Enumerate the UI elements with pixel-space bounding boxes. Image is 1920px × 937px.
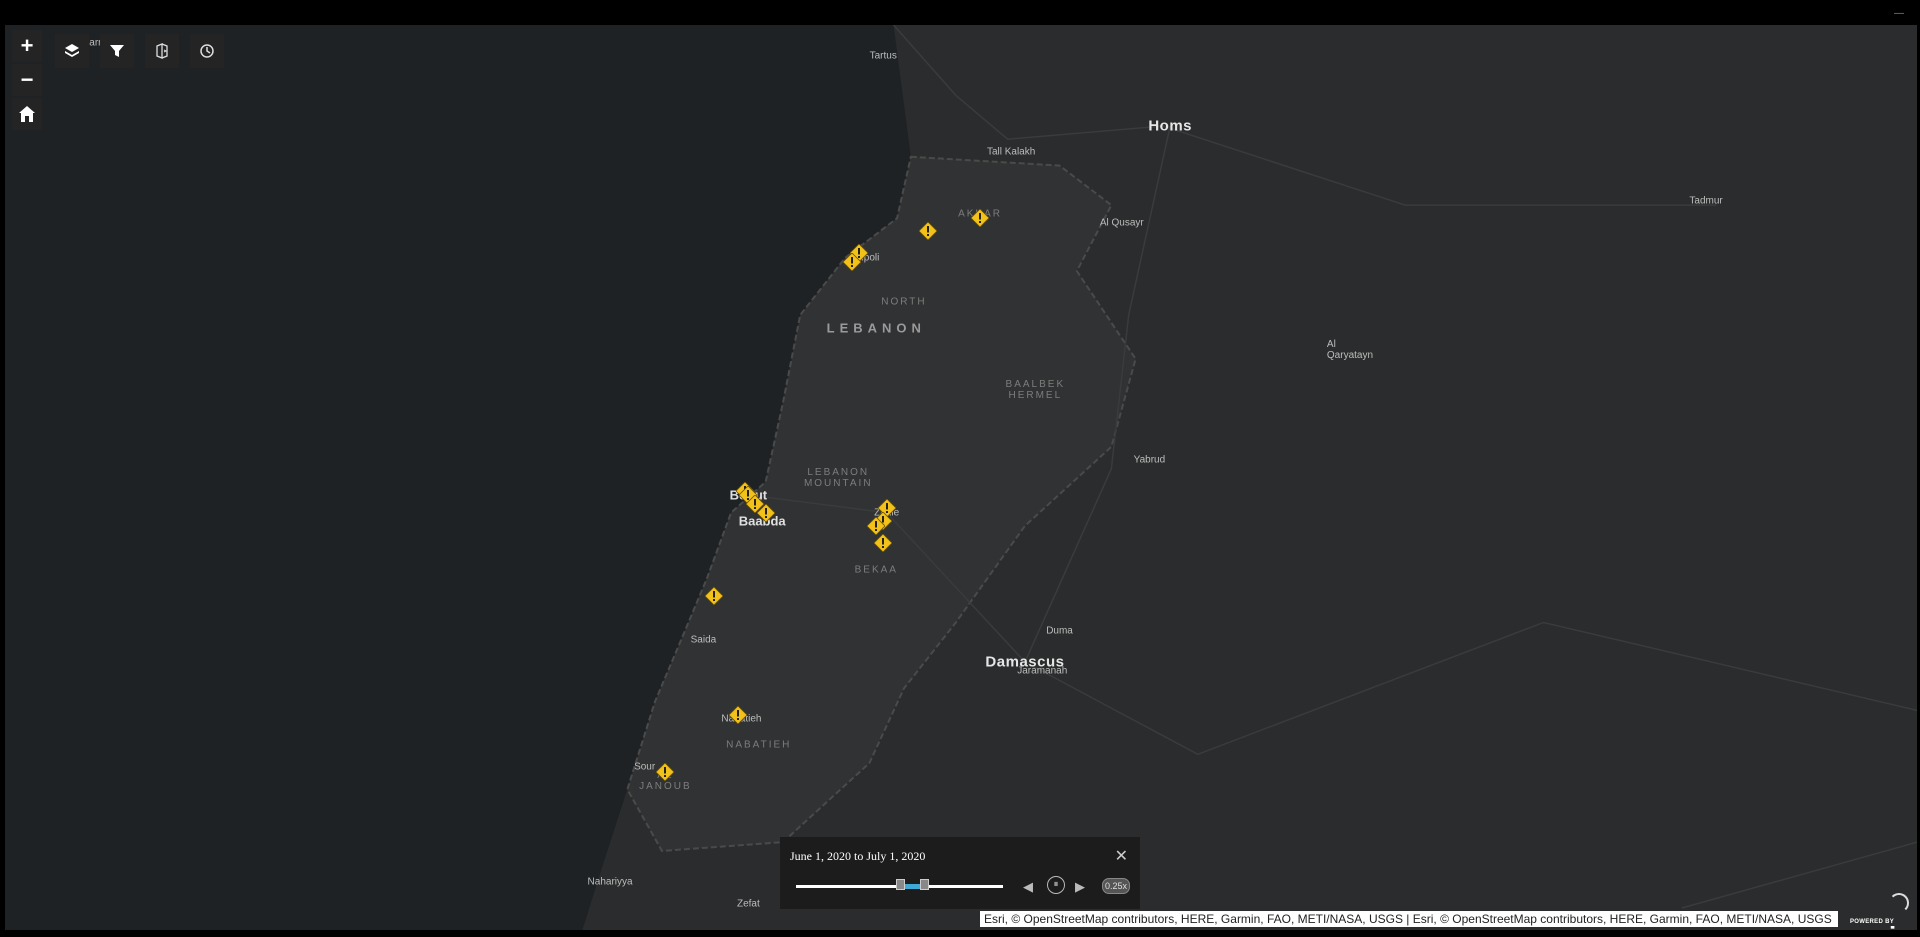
filter-icon <box>110 45 124 57</box>
place-label: LEBANON MOUNTAIN <box>803 466 873 489</box>
esri-brand-text: esri <box>1850 923 1896 930</box>
zoom-in-button[interactable]: + <box>12 30 42 62</box>
place-label: Al Qusayr <box>1099 217 1144 229</box>
warning-marker-icon[interactable] <box>704 587 723 606</box>
time-end-handle[interactable] <box>920 879 929 890</box>
place-label: Homs <box>1148 117 1193 135</box>
layers-button[interactable] <box>55 34 89 68</box>
place-label: Tall Kalakh <box>986 146 1036 158</box>
place-label: Jaramanah <box>1017 665 1068 677</box>
history-button[interactable] <box>190 34 224 68</box>
next-button[interactable]: ▶ <box>1075 879 1085 895</box>
place-label: BAALBEK HERMEL <box>1005 378 1066 401</box>
place-label: Nahariyya <box>587 876 633 888</box>
map-view[interactable]: LarnacaTartusHomsTall KalakhAl QusayrTad… <box>5 25 1917 930</box>
layers-icon <box>65 44 79 57</box>
close-icon[interactable]: ✕ <box>1115 846 1128 866</box>
warning-marker-icon[interactable] <box>728 705 747 724</box>
home-button[interactable] <box>12 98 42 130</box>
time-slider-panel: June 1, 2020 to July 1, 2020 ✕ ◀ ⏸ ▶ 0.2… <box>780 837 1140 909</box>
road-line <box>1681 841 1917 909</box>
warning-marker-icon[interactable] <box>756 503 775 522</box>
place-label: Zefat <box>736 898 760 910</box>
previous-button[interactable]: ◀ <box>1023 879 1033 895</box>
history-icon <box>200 44 214 58</box>
zoom-out-button[interactable]: − <box>12 64 42 96</box>
home-icon <box>19 106 35 122</box>
basemap <box>5 25 1917 930</box>
place-label: Al Qaryatayn <box>1326 339 1374 362</box>
place-label: Tadmur <box>1689 195 1723 207</box>
time-range-text: June 1, 2020 to July 1, 2020 <box>790 849 926 863</box>
app-window: — LarnacaTartusHomsTall KalakhAl QusayrT… <box>0 0 1920 937</box>
warning-marker-icon[interactable] <box>971 209 990 228</box>
swipe-button[interactable] <box>145 34 179 68</box>
window-minimize-icon[interactable]: — <box>1894 8 1904 19</box>
warning-marker-icon[interactable] <box>919 222 938 241</box>
swipe-icon <box>156 43 168 59</box>
warning-marker-icon[interactable] <box>867 516 886 535</box>
place-label: Tartus <box>869 50 897 62</box>
warning-marker-icon[interactable] <box>874 534 893 553</box>
place-label: Saida <box>690 634 717 646</box>
map-attribution: Esri, © OpenStreetMap contributors, HERE… <box>980 911 1838 927</box>
road-line <box>1024 621 1917 756</box>
pause-button[interactable]: ⏸ <box>1047 876 1065 894</box>
place-label: LEBANON <box>826 320 926 336</box>
place-label: BEKAA <box>854 564 898 576</box>
esri-logo: POWERED BY esri <box>1850 919 1896 930</box>
playback-speed[interactable]: 0.25x <box>1102 878 1130 894</box>
zoom-controls: + − <box>12 30 42 130</box>
warning-marker-icon[interactable] <box>843 253 862 272</box>
place-label: Duma <box>1046 625 1073 637</box>
place-label: NORTH <box>881 296 927 308</box>
filter-button[interactable] <box>100 34 134 68</box>
time-start-handle[interactable] <box>896 879 905 890</box>
loading-indicator <box>1889 893 1909 913</box>
warning-marker-icon[interactable] <box>656 762 675 781</box>
place-label: NABATIEH <box>726 739 792 751</box>
place-label: Yabrud <box>1133 454 1166 466</box>
